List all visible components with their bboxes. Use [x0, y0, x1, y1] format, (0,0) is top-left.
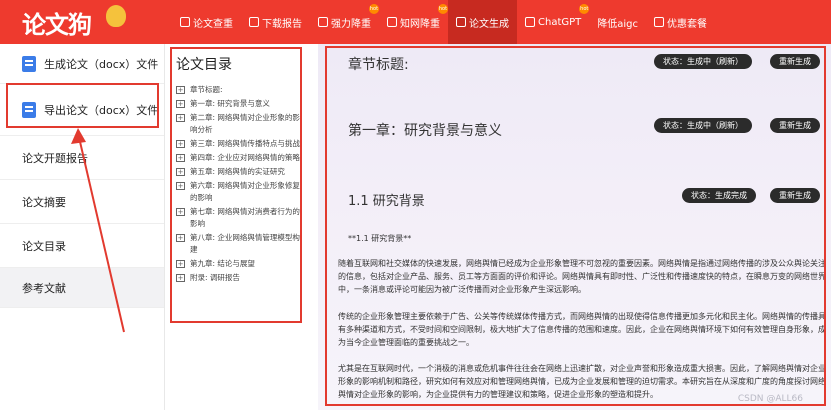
hot-badge: hot: [579, 4, 590, 14]
document-icon: [22, 55, 36, 72]
svg-text:论文狗: 论文狗: [22, 11, 91, 39]
sidebar-item-label: 论文目录: [22, 239, 66, 253]
annotation-box-outline: [170, 47, 302, 323]
sidebar-item-toc[interactable]: 论文目录: [0, 224, 164, 268]
main-nav: 论文查重 下载报告 强力降重 hot 知网降重 hot 论文生成 ChatGPT ho…: [172, 0, 715, 44]
nav-label: 论文生成: [469, 18, 509, 30]
nav-item-package[interactable]: 优惠套餐: [646, 0, 715, 44]
sidebar-item-label: 生成论文（docx）文件: [44, 57, 159, 71]
hot-badge: hot: [438, 4, 448, 14]
sidebar-item-label: 参考文献: [22, 281, 66, 295]
hot-badge: hot: [369, 4, 379, 14]
sidebar-item-label: 论文开题报告: [22, 151, 88, 165]
cnki-icon: [387, 17, 397, 27]
nav-label: 降低aigc: [597, 18, 639, 30]
nav-item-aigc[interactable]: 降低aigc: [589, 0, 646, 44]
annotation-box-content: [325, 46, 826, 406]
nav-item-rewrite[interactable]: 强力降重 hot: [310, 0, 379, 44]
nav-label: 优惠套餐: [667, 18, 708, 30]
download-icon: [249, 17, 259, 27]
nav-label: ChatGPT: [538, 16, 582, 28]
annotation-box-export: [6, 83, 159, 128]
brand-logo[interactable]: 论文狗: [22, 3, 132, 41]
sidebar-item-label: 论文摘要: [22, 195, 66, 209]
package-icon: [654, 17, 665, 27]
logo-text: 论文狗: [22, 7, 108, 39]
nav-label: 知网降重: [400, 18, 440, 30]
chat-icon: [525, 17, 535, 27]
nav-item-chatgpt[interactable]: ChatGPT hot: [517, 0, 590, 44]
top-navigation-bar: 论文狗 论文查重 下载报告 强力降重 hot 知网降重 hot 论文生成 ChatG…: [0, 0, 831, 44]
lightbulb-icon: [106, 5, 126, 27]
nav-label: 下载报告: [262, 18, 302, 30]
nav-item-check[interactable]: 论文查重: [172, 0, 241, 44]
rewrite-icon: [318, 17, 328, 27]
nav-label: 论文查重: [193, 18, 233, 30]
check-doc-icon: [180, 17, 190, 27]
nav-item-cnki[interactable]: 知网降重 hot: [379, 0, 448, 44]
sidebar-item-proposal[interactable]: 论文开题报告: [0, 136, 164, 180]
sidebar-item-references[interactable]: 参考文献: [0, 268, 164, 308]
nav-label: 强力降重: [331, 18, 371, 30]
nav-item-download[interactable]: 下载报告: [241, 0, 310, 44]
sidebar-item-abstract[interactable]: 论文摘要: [0, 180, 164, 224]
generate-icon: [456, 17, 466, 27]
nav-item-generate[interactable]: 论文生成: [448, 0, 517, 44]
generate-docx-button[interactable]: 生成论文（docx）文件: [0, 44, 164, 84]
